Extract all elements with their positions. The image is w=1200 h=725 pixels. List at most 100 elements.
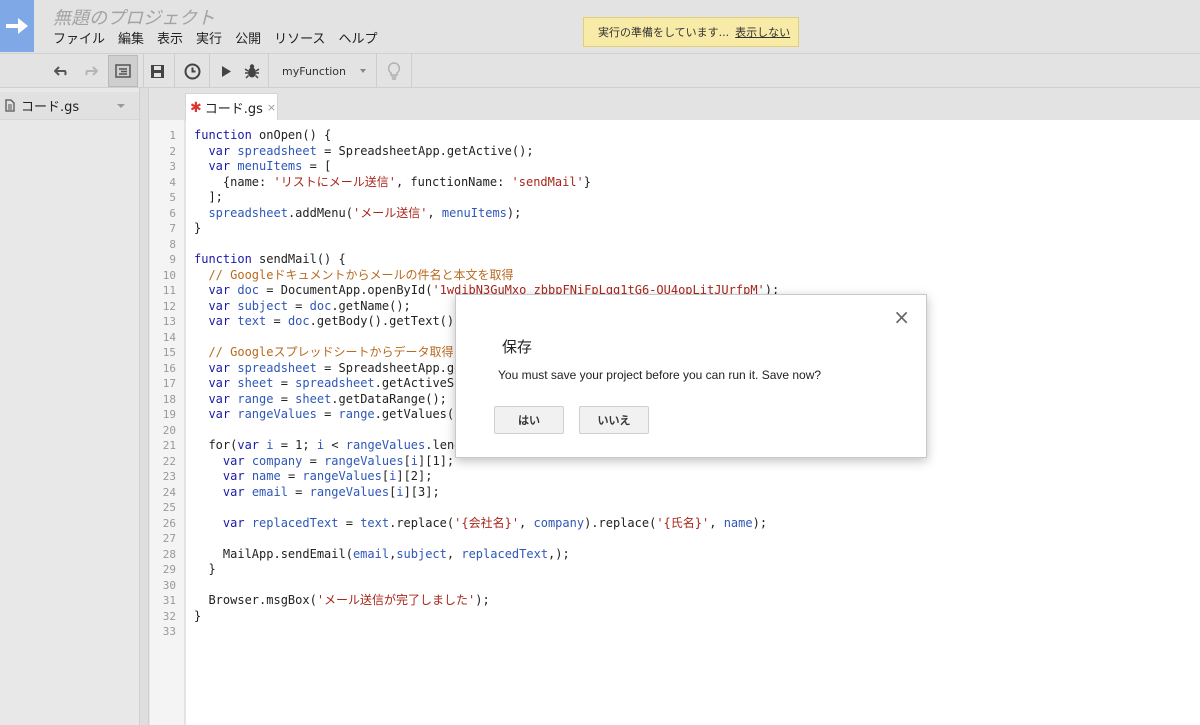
- code-token: // Googleドキュメントからメールの件名と本文を取得: [194, 267, 514, 282]
- run-icon[interactable]: [216, 55, 236, 87]
- code-token: var: [222, 469, 252, 483]
- menu-file[interactable]: ファイル: [53, 31, 105, 49]
- line-number: 14: [162, 330, 176, 344]
- line-number: 5: [169, 191, 176, 204]
- code-line[interactable]: [186, 237, 1200, 253]
- close-tab-icon[interactable]: ×: [267, 101, 276, 114]
- function-select[interactable]: myFunction: [272, 55, 372, 87]
- lightbulb-icon[interactable]: [383, 55, 405, 87]
- undo-icon[interactable]: [52, 55, 72, 87]
- code-token: '{会社名}': [454, 515, 520, 530]
- modified-marker-icon: ✱: [190, 99, 202, 116]
- menu-help[interactable]: ヘルプ: [338, 31, 377, 49]
- tab-label: コード.gs: [204, 102, 263, 117]
- line-number: 10: [162, 268, 176, 282]
- chevron-down-icon[interactable]: [117, 104, 125, 108]
- apps-script-logo[interactable]: [0, 0, 34, 52]
- code-line[interactable]: var menuItems = [: [186, 159, 1200, 175]
- code-line[interactable]: var name = rangeValues[i][2];: [186, 469, 1200, 485]
- close-icon[interactable]: ×: [893, 305, 910, 329]
- code-token: menuItems: [237, 159, 303, 173]
- function-select-value: myFunction: [282, 64, 347, 78]
- menu-resources[interactable]: リソース: [274, 31, 325, 49]
- code-token: = SpreadsheetApp.getActive();: [316, 143, 534, 158]
- code-token: .addMenu(: [287, 205, 353, 220]
- toolbar-divider: [268, 54, 269, 87]
- code-token: var: [222, 515, 252, 530]
- code-line[interactable]: [186, 531, 1200, 547]
- code-line[interactable]: var spreadsheet = SpreadsheetApp.getActi…: [186, 144, 1200, 160]
- code-token: doc: [287, 314, 310, 328]
- code-token: '{氏名}': [656, 515, 710, 530]
- code-token: doc: [309, 298, 332, 313]
- code-token: replacedText: [251, 515, 339, 530]
- code-token: var: [222, 453, 252, 468]
- code-token: 'メール送信が完了しました': [316, 593, 476, 607]
- code-token: =: [287, 298, 310, 313]
- code-line[interactable]: [186, 500, 1200, 516]
- code-line[interactable]: // Googleドキュメントからメールの件名と本文を取得: [186, 268, 1200, 284]
- code-token: var: [208, 143, 238, 158]
- code-token: =: [287, 484, 310, 499]
- code-token: spreadsheet: [295, 376, 375, 390]
- code-line[interactable]: }: [186, 221, 1200, 237]
- menu-edit[interactable]: 編集: [118, 31, 144, 49]
- code-line[interactable]: }: [186, 562, 1200, 578]
- code-token: );: [506, 205, 522, 220]
- code-line[interactable]: Browser.msgBox('メール送信が完了しました');: [186, 593, 1200, 609]
- triggers-icon[interactable]: [180, 55, 204, 87]
- code-line[interactable]: ];: [186, 190, 1200, 206]
- menu-run[interactable]: 実行: [196, 31, 222, 49]
- code-token: .replace(: [389, 515, 455, 530]
- line-number: 22: [162, 454, 176, 468]
- status-notice: 実行の準備をしています... 表示しない: [583, 17, 799, 47]
- code-line[interactable]: var email = rangeValues[i][3];: [186, 485, 1200, 501]
- code-token: Browser.msgBox(: [194, 593, 317, 607]
- code-line[interactable]: function sendMail() {: [186, 252, 1200, 268]
- code-line[interactable]: MailApp.sendEmail(email,subject, replace…: [186, 547, 1200, 563]
- sidebar-file-code-gs[interactable]: コード.gs: [0, 92, 139, 120]
- sidebar-file-label: コード.gs: [21, 100, 80, 115]
- code-token: ];: [194, 190, 223, 204]
- save-dialog: × 保存 You must save your project before y…: [455, 294, 927, 458]
- no-button[interactable]: いいえ: [579, 406, 649, 434]
- code-token: spreadsheet: [237, 360, 317, 375]
- editor-tab-strip: [150, 88, 1200, 120]
- code-line[interactable]: var replacedText = text.replace('{会社名}',…: [186, 516, 1200, 532]
- dismiss-link[interactable]: 表示しない: [735, 24, 790, 40]
- code-token: subject: [237, 298, 288, 313]
- code-token: sheet: [295, 391, 332, 406]
- save-icon[interactable]: [146, 55, 168, 87]
- code-line[interactable]: }: [186, 609, 1200, 625]
- code-token: i: [266, 438, 274, 452]
- line-number: 27: [162, 532, 176, 545]
- line-number: 28: [162, 547, 176, 561]
- line-number-gutter: 1 2 3 4 5 6 7 8 9 10 11 12 13 14 15 16 17 18 19 20 21 22 23 24 2…: [150, 120, 185, 725]
- code-token: var: [208, 314, 238, 328]
- debug-icon[interactable]: [241, 55, 263, 87]
- code-line[interactable]: [186, 624, 1200, 640]
- line-number: 9: [169, 253, 176, 266]
- menu-view[interactable]: 表示: [157, 31, 183, 49]
- code-line[interactable]: function onOpen() {: [186, 128, 1200, 144]
- code-token: = 1;: [273, 438, 317, 452]
- yes-button[interactable]: はい: [494, 406, 564, 434]
- sidebar-splitter[interactable]: [140, 88, 149, 725]
- tab-code-gs[interactable]: ✱ コード.gs ×: [185, 93, 278, 121]
- toolbar-divider: [411, 54, 412, 87]
- code-line[interactable]: {name: 'リストにメール送信', functionName: 'sendM…: [186, 175, 1200, 191]
- menu-publish[interactable]: 公開: [235, 31, 261, 49]
- line-number: 15: [162, 346, 176, 359]
- code-line[interactable]: [186, 578, 1200, 594]
- code-token: =: [280, 469, 303, 483]
- code-token: menuItems: [441, 205, 507, 220]
- code-line[interactable]: spreadsheet.addMenu('メール送信', menuItems);: [186, 206, 1200, 222]
- code-token: text: [360, 515, 390, 530]
- project-title[interactable]: 無題のプロジェクト: [53, 4, 215, 30]
- code-token: .getBody().getText();: [309, 314, 462, 328]
- indent-icon[interactable]: [108, 55, 138, 87]
- code-token: 'sendMail': [511, 174, 584, 189]
- redo-icon[interactable]: [80, 55, 100, 87]
- code-token: rangeValues: [324, 453, 404, 468]
